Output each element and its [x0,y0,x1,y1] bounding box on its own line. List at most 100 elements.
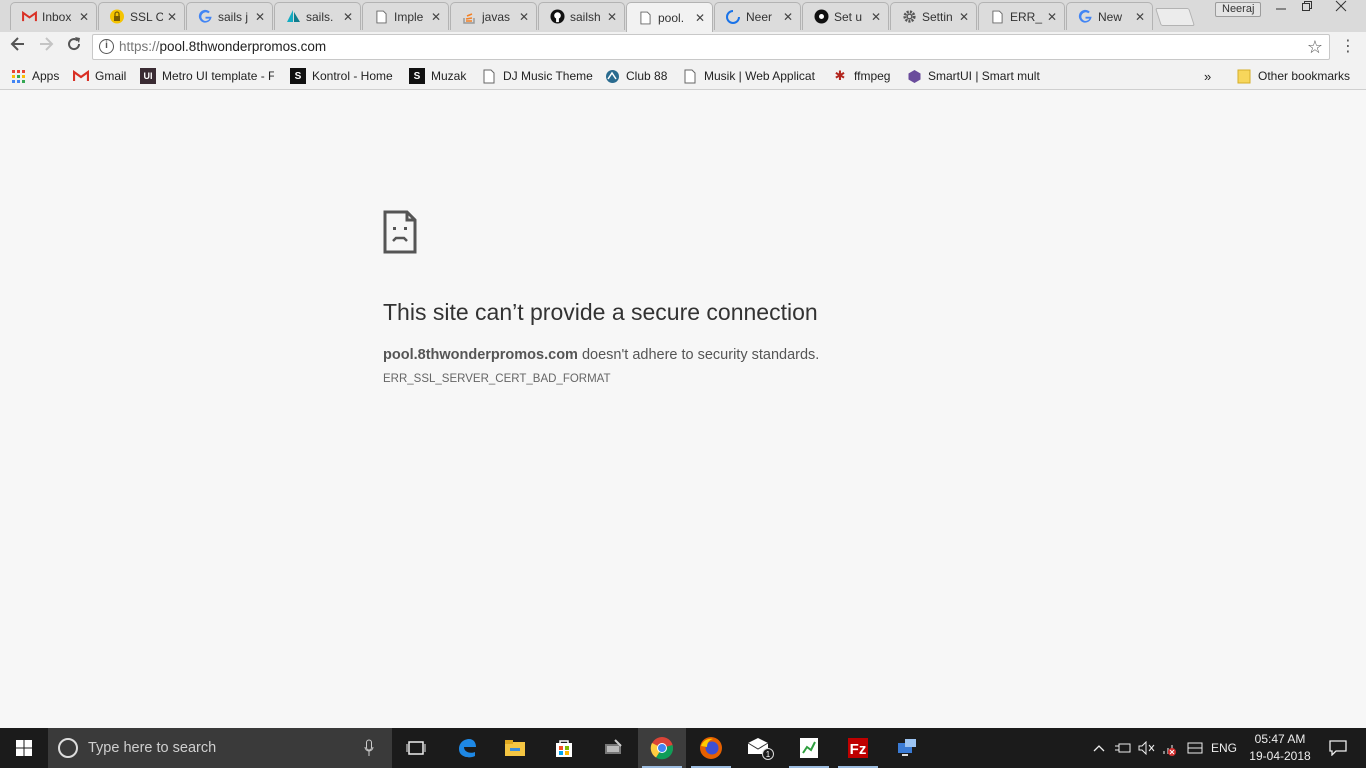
taskbar-clock[interactable]: 05:47 AM 19-04-2018 [1240,731,1320,765]
taskbar-spreadsheet-app[interactable] [785,728,833,768]
error-description-text: doesn't adhere to security standards. [577,347,820,363]
restore-button[interactable] [1294,0,1320,18]
windows-taskbar: Type here to search 1 Fz ENG 05:47 AM 19… [0,728,1366,768]
tab[interactable]: Neer ✕ [714,2,801,30]
cortana-icon [58,738,78,758]
tab[interactable]: Set u ✕ [802,2,889,30]
reload-button[interactable] [62,36,86,58]
new-tab-button[interactable] [1155,8,1195,26]
battery-plug-icon [1115,743,1131,753]
tab[interactable]: Imple ✕ [362,2,449,30]
taskbar-store[interactable] [540,728,588,768]
bookmark-club-88[interactable]: Club 88 [604,67,667,85]
tab-close-icon[interactable]: ✕ [1046,10,1058,24]
tab-title: sails. [306,9,334,24]
action-center-button[interactable] [1318,728,1358,768]
taskbar-chrome[interactable] [638,728,686,768]
store-icon [556,740,572,757]
apps-icon [10,68,26,84]
clock-date: 19-04-2018 [1249,749,1311,763]
other-bookmarks-folder[interactable]: Other bookmarks [1236,67,1350,85]
bookmarks-overflow-button[interactable]: » [1204,67,1211,85]
tab[interactable]: sails. ✕ [274,2,361,30]
network-tray[interactable] [1160,728,1182,768]
tab-close-icon[interactable]: ✕ [694,11,706,25]
close-icon [1335,0,1347,12]
chrome-menu-icon[interactable]: ⋮ [1340,38,1356,58]
tab-title: sailsh [570,9,601,24]
bookmark-label: Club 88 [626,69,668,83]
taskbar-edge[interactable] [443,728,491,768]
tab-close-icon[interactable]: ✕ [870,10,882,24]
tab[interactable]: Inbox ✕ [10,2,97,30]
minimize-icon [1276,8,1286,10]
bookmark-metro-ui[interactable]: UI Metro UI template - F [140,67,274,85]
language-indicator[interactable]: ENG [1208,728,1240,768]
bookmark-dj-music-theme[interactable]: DJ Music Theme [481,67,593,85]
taskbar-file-explorer[interactable] [491,728,539,768]
tab-title: Set u [834,9,863,24]
taskbar-network-app[interactable] [589,728,637,768]
power-tray[interactable] [1112,728,1134,768]
tab-close-icon[interactable]: ✕ [958,10,970,24]
task-view-button[interactable] [392,728,440,768]
bookmark-musik[interactable]: Musik | Web Applicat [682,67,815,85]
tab[interactable]: Settin ✕ [890,2,977,30]
address-bar[interactable]: i https://pool.8thwonderpromos.com ☆ [92,34,1330,60]
bookmark-kontrol[interactable]: S Kontrol - Home [290,67,393,85]
error-description: pool.8thwonderpromos.com doesn't adhere … [383,347,819,363]
tab[interactable]: New ✕ [1066,2,1153,30]
bookmark-gmail[interactable]: Gmail [73,67,126,85]
taskbar-search-box[interactable]: Type here to search [48,728,392,768]
bookmark-smartui[interactable]: SmartUI | Smart mult [906,67,1040,85]
tab[interactable]: sailsh ✕ [538,2,625,30]
taskbar-firefox[interactable] [687,728,735,768]
url-text[interactable]: https://pool.8thwonderpromos.com [119,35,326,59]
tab-close-icon[interactable]: ✕ [254,10,266,24]
bookmark-star-icon[interactable]: ☆ [1307,36,1323,58]
taskbar-filezilla[interactable]: Fz [834,728,882,768]
tab-title: sails j [218,9,249,24]
tab[interactable]: javas ✕ [450,2,537,30]
tab-active[interactable]: pool. ✕ [626,2,713,32]
minimize-button[interactable] [1268,0,1294,18]
tab-list: Inbox ✕ SSL C ✕ sails j ✕ sails. ✕ Imple ✕ javas ✕ s… [10,0,1195,32]
error-page: This site can’t provide a secure connect… [0,91,1366,728]
show-hidden-icons-button[interactable] [1090,728,1108,768]
forward-button[interactable] [34,36,58,58]
tab-close-icon[interactable]: ✕ [430,10,442,24]
bookmark-label: Metro UI template - F [162,69,274,83]
tab-close-icon[interactable]: ✕ [518,10,530,24]
start-button[interactable] [0,728,48,768]
chevron-up-icon [1093,745,1105,752]
network-computer-icon [605,739,622,754]
bookmark-muzak[interactable]: S Muzak [409,67,466,85]
arrow-right-icon [40,37,54,51]
error-code[interactable]: ERR_SSL_SERVER_CERT_BAD_FORMAT [383,373,611,385]
tab-close-icon[interactable]: ✕ [342,10,354,24]
tab-close-icon[interactable]: ✕ [606,10,618,24]
reload-icon [68,37,81,51]
microphone-icon[interactable] [364,739,374,757]
tab-close-icon[interactable]: ✕ [166,10,178,24]
sad-page-icon [383,210,417,254]
tab[interactable]: sails j ✕ [186,2,273,30]
bookmark-label: Musik | Web Applicat [704,69,815,83]
tab-close-icon[interactable]: ✕ [1134,10,1146,24]
tab-close-icon[interactable]: ✕ [78,10,90,24]
taskbar-mail[interactable]: 1 [736,728,784,768]
tab[interactable]: ERR_ ✕ [978,2,1065,30]
bookmark-apps[interactable]: Apps [10,67,59,85]
back-button[interactable] [6,36,30,58]
keyboard-tray[interactable] [1184,728,1206,768]
profile-button[interactable]: Neeraj [1215,2,1262,17]
bookmark-ffmpeg[interactable]: ✱ ffmpeg [832,67,891,85]
task-view-icon [406,741,426,755]
tab[interactable]: SSL C ✕ [98,2,185,30]
volume-tray[interactable] [1136,728,1158,768]
taskbar-remote-desktop[interactable] [883,728,931,768]
tab-title: javas [482,9,511,24]
close-window-button[interactable] [1328,0,1354,18]
info-icon[interactable]: i [99,39,114,54]
tab-close-icon[interactable]: ✕ [782,10,794,24]
